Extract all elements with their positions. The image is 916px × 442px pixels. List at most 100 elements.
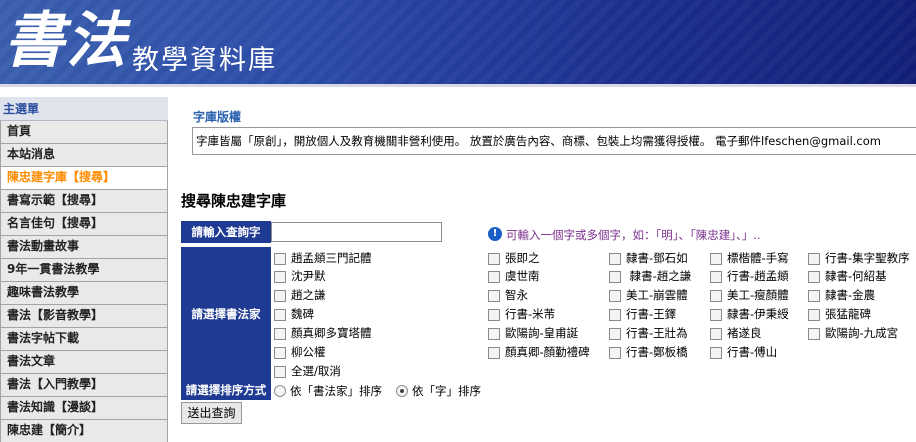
checkbox-box[interactable] [609, 346, 621, 359]
sidebar-item-curriculum[interactable]: 9年一貫書法教學 [0, 259, 168, 282]
checkbox-box[interactable] [274, 327, 286, 340]
checkbox-box[interactable] [808, 327, 820, 340]
sidebar-header: 主選單 [0, 97, 168, 121]
sidebar-item-download[interactable]: 書法字帖下載 [0, 328, 168, 351]
artist-option-label: 行書-王鐸 [626, 307, 677, 321]
artist-checkbox[interactable]: 行書-趙孟頫 [710, 268, 789, 285]
artist-checkbox[interactable]: 顏真卿多寶塔體 [274, 325, 372, 342]
checkbox-box[interactable] [609, 252, 621, 265]
site-logo[interactable]: 書法 [4, 2, 128, 80]
sort-by-artist-radio[interactable]: 依「書法家」排序 [274, 383, 382, 399]
sidebar-item-articles[interactable]: 書法文章 [0, 351, 168, 374]
artist-option-label: 張猛龍碑 [825, 307, 871, 321]
query-hint-text: 可輸入一個字或多個字，如：「明」、「陳忠建」、」.. [506, 228, 761, 242]
checkbox-box[interactable] [274, 252, 286, 265]
checkbox-box[interactable] [808, 270, 820, 283]
artist-checkbox[interactable]: 行書-米芾 [488, 306, 555, 323]
artist-option-label: 行書-傅山 [727, 345, 778, 359]
artist-checkbox[interactable]: 行書-集字聖教序 [808, 250, 910, 267]
checkbox-box[interactable] [488, 252, 500, 265]
artist-checkbox[interactable]: 行書-王鐸 [609, 306, 676, 323]
copyright-notice: 字庫皆屬「原創」，開放個人及教育機關非營利使用。 放置於廣告內容、商標、包裝上均… [192, 127, 916, 155]
checkbox-box[interactable] [808, 252, 820, 265]
sidebar-item-writing-demo[interactable]: 書寫示範【搜尋】 [0, 190, 168, 213]
query-input[interactable] [271, 222, 442, 242]
artist-checkbox[interactable]: 隸書-伊秉綬 [710, 306, 789, 323]
artist-checkbox[interactable]: 標楷體-手寫 [710, 250, 789, 267]
artist-option-label: 行書-米芾 [505, 307, 556, 321]
artist-checkbox[interactable]: 行書-傅山 [710, 344, 777, 361]
artist-checkbox[interactable]: 張猛龍碑 [808, 306, 871, 323]
artist-checkbox[interactable]: 魏碑 [274, 306, 314, 323]
checkbox-box[interactable] [609, 289, 621, 302]
artist-checkbox[interactable]: 隸書-何紹基 [808, 268, 887, 285]
submit-search-button[interactable]: 送出查詢 [181, 402, 242, 424]
artist-checkbox[interactable]: 隸書-鄧石如 [609, 250, 688, 267]
artist-checkbox[interactable]: 隸書-金農 [808, 287, 875, 304]
checkbox-box[interactable] [609, 308, 621, 321]
select-all-checkbox[interactable]: 全選/取消 [274, 363, 341, 380]
sort-option-label: 依「書法家」排序 [290, 384, 382, 398]
artist-option-label: 歐陽詢-九成宮 [825, 326, 899, 340]
checkbox-box[interactable] [808, 308, 820, 321]
radio-button[interactable] [274, 385, 286, 397]
checkbox-box[interactable] [274, 270, 286, 283]
sidebar-item-knowledge[interactable]: 書法知識【漫談】 [0, 397, 168, 420]
sidebar-item-news[interactable]: 本站消息 [0, 144, 168, 167]
artist-checkbox[interactable]: 褚遂良 [710, 325, 762, 342]
sidebar-item-beginner[interactable]: 書法【入門教學】 [0, 374, 168, 397]
checkbox-box[interactable] [609, 270, 621, 283]
artist-checkbox[interactable]: 行書-王壯為 [609, 325, 688, 342]
checkbox-box[interactable] [710, 270, 722, 283]
artist-checkbox[interactable]: 歐陽詢-九成宮 [808, 325, 898, 342]
checkbox-box[interactable] [710, 252, 722, 265]
sidebar-item-home[interactable]: 首頁 [0, 121, 168, 144]
checkbox-box[interactable] [274, 346, 286, 359]
artist-checkbox[interactable]: 智永 [488, 287, 528, 304]
artist-option-label: 趙之謙 [291, 288, 326, 302]
sidebar-item-video[interactable]: 書法【影音教學】 [0, 305, 168, 328]
sidebar-item-profile[interactable]: 陳忠建【簡介】 [0, 420, 168, 442]
checkbox-box[interactable] [808, 289, 820, 302]
query-label: 請輸入查詢字 [181, 221, 271, 243]
sidebar-item-fun-teaching[interactable]: 趣味書法教學 [0, 282, 168, 305]
artist-checkbox[interactable]: 柳公權 [274, 344, 326, 361]
artist-checkbox[interactable]: 趙之謙 [274, 287, 326, 304]
artist-option-label: 趙孟頫三門記體 [291, 251, 372, 265]
artist-option-label: 沈尹默 [291, 269, 326, 283]
artist-label: 請選擇書法家 [181, 247, 271, 381]
checkbox-box[interactable] [274, 308, 286, 321]
artist-checkbox[interactable]: 虞世南 [488, 268, 540, 285]
checkbox-box[interactable] [710, 308, 722, 321]
artist-option-label: 顏真卿-顏勤禮碑 [505, 345, 590, 359]
artist-checkbox[interactable]: 張即之 [488, 250, 540, 267]
radio-button-selected[interactable] [396, 385, 408, 397]
checkbox-box[interactable] [710, 289, 722, 302]
sort-by-character-radio[interactable]: 依「字」排序 [396, 383, 481, 399]
sidebar-item-quotes[interactable]: 名言佳句【搜尋】 [0, 213, 168, 236]
artist-checkbox[interactable]: 美工-瘦顏體 [710, 287, 789, 304]
site-banner: 書法 教學資料庫 [0, 0, 916, 87]
artist-checkbox[interactable]: 趙孟頫三門記體 [274, 250, 372, 267]
checkbox-box[interactable] [488, 346, 500, 359]
artist-checkbox[interactable]: 沈尹默 [274, 268, 326, 285]
checkbox-box[interactable] [609, 327, 621, 340]
checkbox-box[interactable] [274, 365, 286, 378]
checkbox-box[interactable] [488, 289, 500, 302]
checkbox-box[interactable] [488, 270, 500, 283]
artist-checkbox[interactable]: 歐陽詢-皇甫誕 [488, 325, 578, 342]
artist-checkbox[interactable]: 美工-崩雲體 [609, 287, 688, 304]
checkbox-box[interactable] [710, 327, 722, 340]
sort-option-label: 依「字」排序 [412, 384, 481, 398]
checkbox-box[interactable] [274, 289, 286, 302]
artist-checkbox[interactable]: 顏真卿-顏勤禮碑 [488, 344, 590, 361]
sidebar-item-animation[interactable]: 書法動畫故事 [0, 236, 168, 259]
artist-option-label: 智永 [505, 288, 528, 302]
artist-checkbox[interactable]: 行書-鄭板橋 [609, 344, 688, 361]
checkbox-box[interactable] [710, 346, 722, 359]
checkbox-box[interactable] [488, 327, 500, 340]
artist-option-label: 隸書-何紹基 [825, 269, 887, 283]
sidebar-item-font-search[interactable]: 陳忠建字庫【搜尋】 [0, 167, 168, 190]
artist-checkbox[interactable]: 隸書-趙之謙 [609, 268, 691, 285]
checkbox-box[interactable] [488, 308, 500, 321]
